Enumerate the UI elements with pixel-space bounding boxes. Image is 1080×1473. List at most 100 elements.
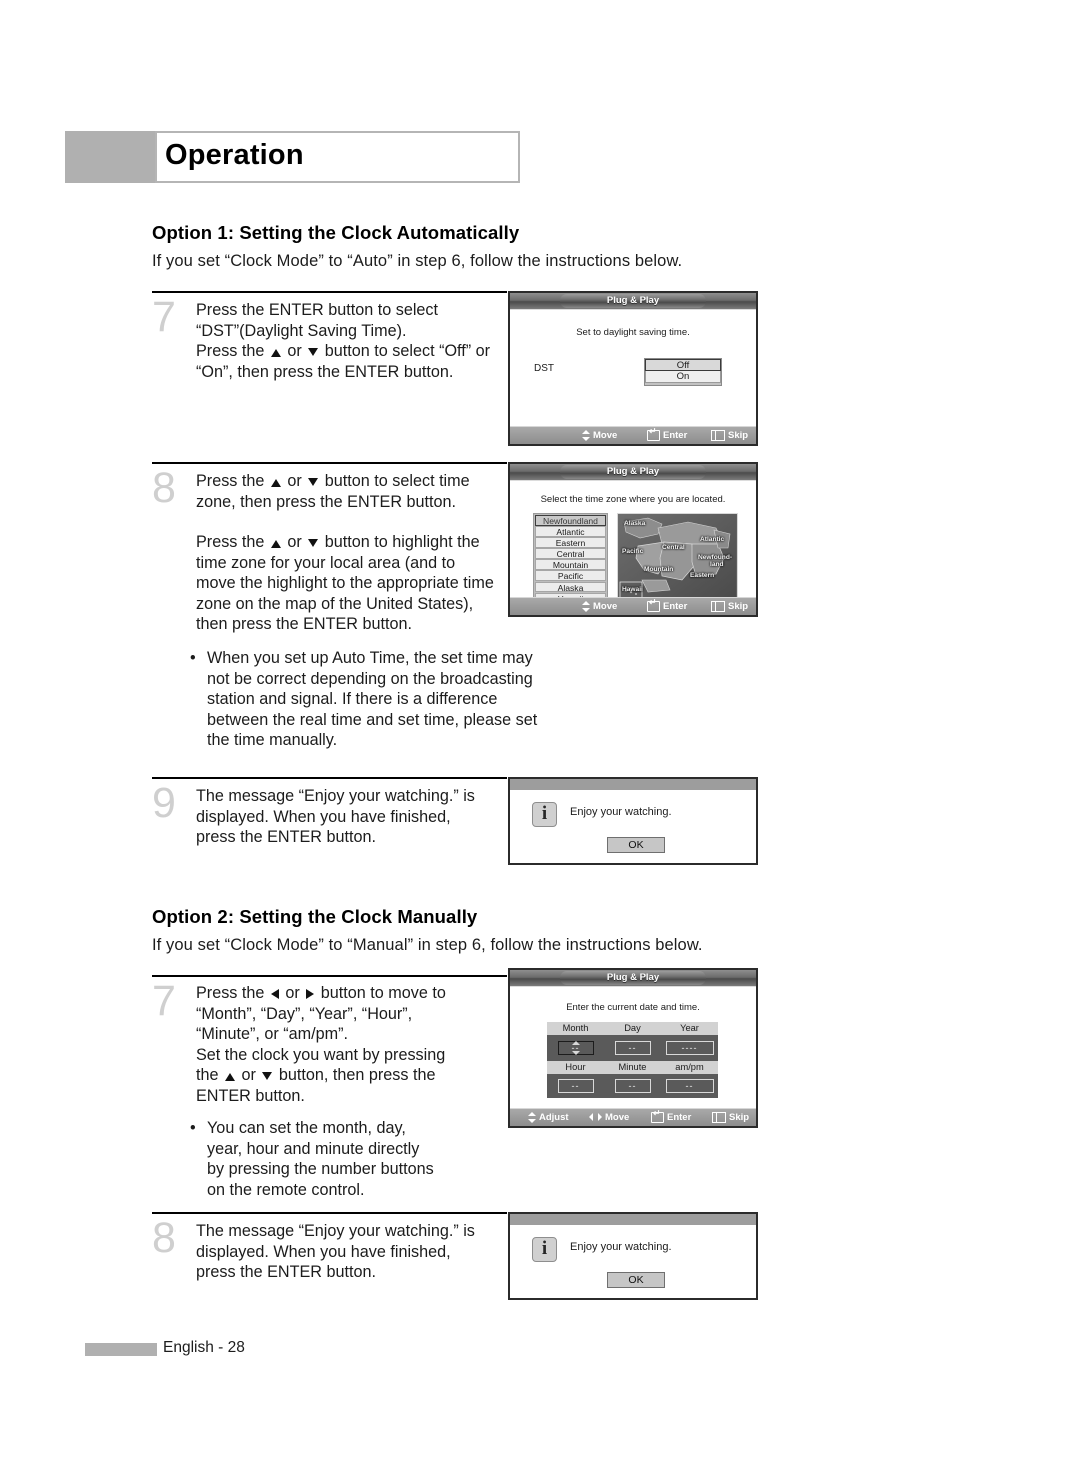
dst-option-on[interactable]: On: [645, 371, 721, 383]
m7-l1b: or: [280, 984, 305, 1002]
footer-move[interactable]: Move: [589, 1111, 629, 1125]
timezone-map[interactable]: Alaska Pacific Central Atlantic Newfound…: [617, 513, 738, 605]
up-arrow-icon: [270, 349, 281, 358]
clock-prompt: Enter the current date and time.: [566, 1002, 700, 1013]
step8-text: Press the or button to select time zone,…: [196, 471, 526, 512]
leftright-arrow-icon: [589, 1112, 602, 1122]
step7-number: 7: [152, 293, 176, 341]
dst-option-off[interactable]: Off: [645, 359, 721, 371]
clock-values-row1: -- -- ----: [547, 1035, 718, 1061]
footer-enter[interactable]: Enter: [647, 427, 687, 443]
footer-skip[interactable]: Skip: [711, 429, 748, 443]
tz-item-atlantic[interactable]: Atlantic: [535, 526, 606, 537]
footer-enter[interactable]: Enter: [647, 598, 687, 614]
step8-p3a: Press the: [196, 533, 269, 551]
m7-l5c: button, then press the: [274, 1066, 436, 1085]
dialog-message: Enjoy your watching.: [570, 806, 672, 818]
tz-item-mountain[interactable]: Mountain: [535, 559, 606, 570]
dialog-titlebar: [510, 779, 756, 792]
cell-month[interactable]: --: [547, 1041, 604, 1055]
up-arrow-icon: [270, 479, 281, 487]
step7-line3b: or: [282, 342, 307, 361]
tz-item-newfoundland[interactable]: Newfoundland: [535, 515, 606, 526]
skip-key-icon: [711, 429, 725, 441]
footer-move[interactable]: Move: [582, 429, 617, 443]
tz-item-central[interactable]: Central: [535, 548, 606, 559]
map-label-newfoundland-1: Newfound-: [698, 554, 733, 561]
header-year: Year: [680, 1023, 699, 1033]
footer-enter[interactable]: Enter: [651, 1109, 691, 1125]
osd-title: Plug & Play: [606, 295, 660, 306]
osd-title-pill: Plug & Play: [560, 971, 706, 985]
down-arrow-icon: [308, 539, 319, 547]
header-minute: Minute: [618, 1062, 647, 1072]
step8-p4: time zone for your local area (and to: [196, 553, 456, 572]
note1-l5: the time manually.: [207, 731, 338, 750]
cell-ampm[interactable]: --: [661, 1079, 718, 1093]
tz-item-pacific[interactable]: Pacific: [535, 570, 606, 581]
field-minute[interactable]: --: [614, 1079, 651, 1093]
enjoy-dialog-2: i Enjoy your watching. OK: [508, 1212, 758, 1300]
step8-number: 8: [152, 464, 176, 512]
updown-arrow-icon: [582, 429, 590, 441]
step7-text: Press the ENTER button to select “DST”(D…: [196, 300, 511, 382]
map-label-hawaii: Hawaii: [622, 586, 643, 593]
enjoy-dialog-1: i Enjoy your watching. OK: [508, 777, 758, 865]
step7-line3a: Press the: [196, 342, 269, 361]
timezone-list[interactable]: Newfoundland Atlantic Eastern Central Mo…: [533, 513, 608, 605]
tz-item-eastern[interactable]: Eastern: [535, 537, 606, 548]
manual-step7-text: Press the or button to move to “Month”, …: [196, 983, 506, 1107]
step7-line3c: button to select “Off” or: [320, 342, 491, 361]
right-arrow-icon: [306, 989, 315, 999]
m7-l5b: or: [237, 1066, 261, 1085]
down-arrow-icon: [308, 348, 319, 357]
enter-key-icon: [647, 427, 660, 441]
step8-divider: [152, 462, 507, 464]
manual-step7-divider: [152, 975, 507, 977]
osd-title-pill: Plug & Play: [560, 465, 706, 479]
m7-l5a: the: [196, 1066, 224, 1085]
header-day: Day: [624, 1023, 641, 1033]
osd-title-pill: Plug & Play: [560, 294, 706, 308]
footer-skip[interactable]: Skip: [712, 1111, 749, 1125]
down-arrow-icon: [262, 1072, 273, 1081]
step8-p1a: Press the: [196, 472, 269, 490]
tz-item-alaska[interactable]: Alaska: [535, 581, 606, 593]
cell-year[interactable]: ----: [661, 1041, 718, 1055]
clock-headers-row2: Hour Minute am/pm: [547, 1061, 718, 1074]
osd-timezone-screen: Plug & Play Select the time zone where y…: [508, 462, 758, 617]
manual-step7-note: • You can set the month, day, year, hour…: [190, 1118, 520, 1200]
note1-l2: not be correct depending on the broadcas…: [207, 669, 533, 688]
step8-text2: Press the or button to highlight the tim…: [196, 532, 531, 635]
clock-headers-row1: Month Day Year: [547, 1022, 718, 1035]
option1-title: Option 1: Setting the Clock Automaticall…: [152, 222, 520, 243]
osd-footer-bar: Adjust Move Enter Skip: [510, 1108, 756, 1126]
footer-page-label: English - 28: [163, 1339, 245, 1356]
field-ampm[interactable]: --: [665, 1079, 714, 1093]
cell-hour[interactable]: --: [547, 1079, 604, 1093]
osd-body: Enter the current date and time. Month D…: [510, 987, 756, 1126]
down-arrow-icon: [308, 478, 319, 486]
note1-l1: When you set up Auto Time, the set time …: [207, 649, 533, 667]
field-day[interactable]: --: [614, 1041, 651, 1055]
option2-title: Option 2: Setting the Clock Manually: [152, 906, 478, 927]
cell-day[interactable]: --: [604, 1041, 661, 1055]
ok-button[interactable]: OK: [607, 837, 665, 853]
updown-arrow-icon: [528, 1111, 536, 1123]
step8-p3c: button to highlight the: [320, 533, 480, 551]
m7-l1a: Press the: [196, 984, 269, 1002]
ok-button[interactable]: OK: [607, 1272, 665, 1288]
cell-minute[interactable]: --: [604, 1079, 661, 1093]
field-year[interactable]: ----: [665, 1041, 714, 1055]
updown-arrow-icon: [582, 600, 590, 612]
note1-l3: station and signal. If there is a differ…: [207, 690, 498, 709]
footer-move[interactable]: Move: [582, 600, 617, 614]
dialog-message: Enjoy your watching.: [570, 1241, 672, 1253]
footer-adjust[interactable]: Adjust: [528, 1111, 569, 1125]
step8-p1b: or: [282, 472, 307, 490]
step9-line1: The message “Enjoy your watching.” is: [196, 787, 475, 805]
osd-footer-bar: Move Enter Skip: [510, 426, 756, 444]
step8-note: • When you set up Auto Time, the set tim…: [190, 648, 560, 751]
footer-skip[interactable]: Skip: [711, 600, 748, 614]
field-hour[interactable]: --: [557, 1079, 594, 1093]
